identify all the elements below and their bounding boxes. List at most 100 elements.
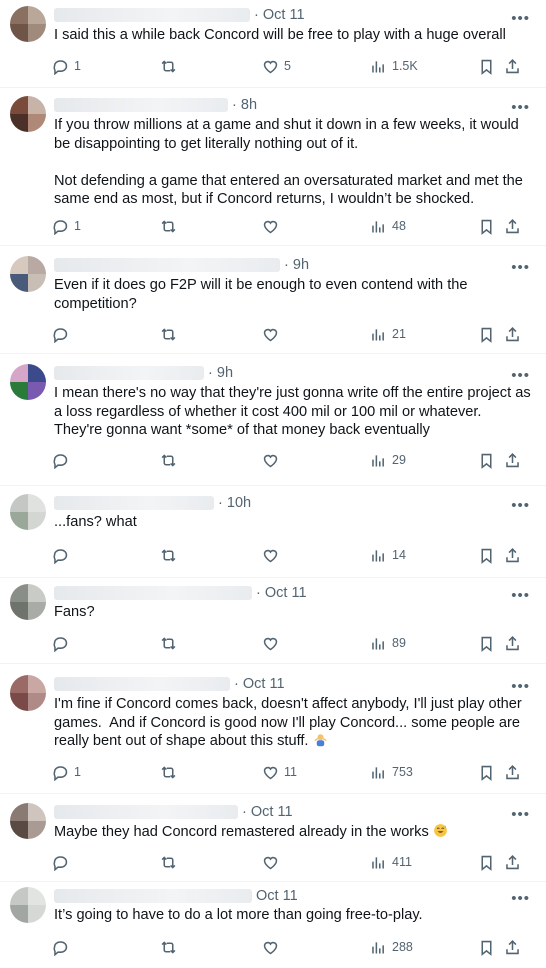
more-options-icon[interactable]: ••• <box>511 807 530 822</box>
bookmark-button[interactable] <box>478 450 495 470</box>
share-button[interactable] <box>504 324 521 344</box>
avatar[interactable] <box>10 364 46 400</box>
reply-button[interactable]: 1 <box>52 216 81 236</box>
avatar[interactable] <box>10 584 46 620</box>
share-button[interactable] <box>504 450 521 470</box>
reply-post[interactable]: · 8h ••• If you throw millions at a game… <box>0 88 546 246</box>
avatar[interactable] <box>10 6 46 42</box>
share-button[interactable] <box>504 762 521 782</box>
reply-icon <box>53 59 68 75</box>
dot-separator: · <box>232 97 237 113</box>
bookmark-button[interactable] <box>478 216 495 236</box>
more-options-icon[interactable]: ••• <box>511 588 530 603</box>
views-button[interactable]: 89 <box>370 633 406 653</box>
reply-post[interactable]: · 9h ••• I mean there's no way that they… <box>0 354 546 486</box>
views-button[interactable]: 14 <box>370 545 406 565</box>
post-timestamp[interactable]: 8h <box>241 97 257 113</box>
share-button[interactable] <box>504 937 521 957</box>
post-timestamp[interactable]: 9h <box>293 257 309 273</box>
bookmark-button[interactable] <box>478 324 495 344</box>
post-timestamp[interactable]: 10h <box>227 495 251 511</box>
reply-button[interactable] <box>52 852 69 872</box>
bookmark-button[interactable] <box>478 545 495 565</box>
repost-button[interactable] <box>160 762 177 782</box>
share-button[interactable] <box>504 852 521 872</box>
like-button[interactable] <box>262 545 279 565</box>
like-button[interactable] <box>262 216 279 236</box>
reply-post[interactable]: · Oct 11 ••• I said this a while back Co… <box>0 0 546 88</box>
reply-button[interactable] <box>52 937 69 957</box>
more-options-icon[interactable]: ••• <box>511 11 530 26</box>
views-count: 411 <box>392 855 412 869</box>
reply-post[interactable]: · 9h ••• Even if it does go F2P will it … <box>0 246 546 354</box>
more-options-icon[interactable]: ••• <box>511 260 530 275</box>
like-button[interactable] <box>262 324 279 344</box>
reply-post[interactable]: · Oct 11 ••• Maybe they had Concord rema… <box>0 794 546 882</box>
views-button[interactable]: 288 <box>370 937 413 957</box>
avatar[interactable] <box>10 675 46 711</box>
post-actions: 29 <box>52 450 528 470</box>
post-timestamp[interactable]: Oct 11 <box>251 804 293 820</box>
reply-button[interactable]: 1 <box>52 762 81 782</box>
post-timestamp[interactable]: Oct 11 <box>263 7 305 23</box>
avatar[interactable] <box>10 803 46 839</box>
like-button[interactable]: 11 <box>262 762 297 782</box>
bookmark-button[interactable] <box>478 762 495 782</box>
like-button[interactable] <box>262 450 279 470</box>
bookmark-button[interactable] <box>478 56 495 76</box>
repost-button[interactable] <box>160 633 177 653</box>
repost-button[interactable] <box>160 545 177 565</box>
more-options-icon[interactable]: ••• <box>511 679 530 694</box>
views-icon <box>372 454 384 466</box>
views-button[interactable]: 48 <box>370 216 406 236</box>
like-button[interactable] <box>262 852 279 872</box>
redacted-username <box>54 805 238 819</box>
reply-post[interactable]: Oct 11 ••• It’s going to have to do a lo… <box>0 882 546 968</box>
repost-button[interactable] <box>160 56 177 76</box>
more-options-icon[interactable]: ••• <box>511 100 530 115</box>
repost-button[interactable] <box>160 937 177 957</box>
repost-button[interactable] <box>160 324 177 344</box>
share-button[interactable] <box>504 633 521 653</box>
post-timestamp[interactable]: 9h <box>217 365 233 381</box>
repost-button[interactable] <box>160 852 177 872</box>
views-button[interactable]: 29 <box>370 450 406 470</box>
reply-post[interactable]: · Oct 11 ••• Fans? 89 <box>0 578 546 664</box>
post-actions: 14 <box>52 545 528 565</box>
more-options-icon[interactable]: ••• <box>511 891 530 906</box>
repost-button[interactable] <box>160 216 177 236</box>
bookmark-button[interactable] <box>478 852 495 872</box>
post-timestamp[interactable]: Oct 11 <box>256 888 298 904</box>
views-button[interactable]: 1.5K <box>370 56 418 76</box>
repost-button[interactable] <box>160 450 177 470</box>
views-button[interactable]: 411 <box>370 852 412 872</box>
avatar[interactable] <box>10 96 46 132</box>
reply-count: 1 <box>74 765 81 779</box>
reply-button[interactable]: 1 <box>52 56 81 76</box>
views-button[interactable]: 21 <box>370 324 406 344</box>
reply-button[interactable] <box>52 633 69 653</box>
views-button[interactable]: 753 <box>370 762 413 782</box>
share-icon <box>506 326 519 341</box>
sweat-smile-emoji-icon <box>433 824 447 837</box>
share-button[interactable] <box>504 56 521 76</box>
avatar[interactable] <box>10 256 46 292</box>
share-button[interactable] <box>504 216 521 236</box>
reply-button[interactable] <box>52 545 69 565</box>
more-options-icon[interactable]: ••• <box>511 368 530 383</box>
reply-post[interactable]: · Oct 11 ••• I'm fine if Concord comes b… <box>0 664 546 794</box>
avatar[interactable] <box>10 887 46 923</box>
like-button[interactable]: 5 <box>262 56 291 76</box>
reply-post[interactable]: · 10h ••• ...fans? what 14 <box>0 486 546 578</box>
post-timestamp[interactable]: Oct 11 <box>243 676 285 692</box>
like-button[interactable] <box>262 633 279 653</box>
post-timestamp[interactable]: Oct 11 <box>265 585 307 601</box>
bookmark-button[interactable] <box>478 633 495 653</box>
like-button[interactable] <box>262 937 279 957</box>
bookmark-button[interactable] <box>478 937 495 957</box>
reply-button[interactable] <box>52 324 69 344</box>
more-options-icon[interactable]: ••• <box>511 498 530 513</box>
avatar[interactable] <box>10 494 46 530</box>
reply-button[interactable] <box>52 450 69 470</box>
share-button[interactable] <box>504 545 521 565</box>
